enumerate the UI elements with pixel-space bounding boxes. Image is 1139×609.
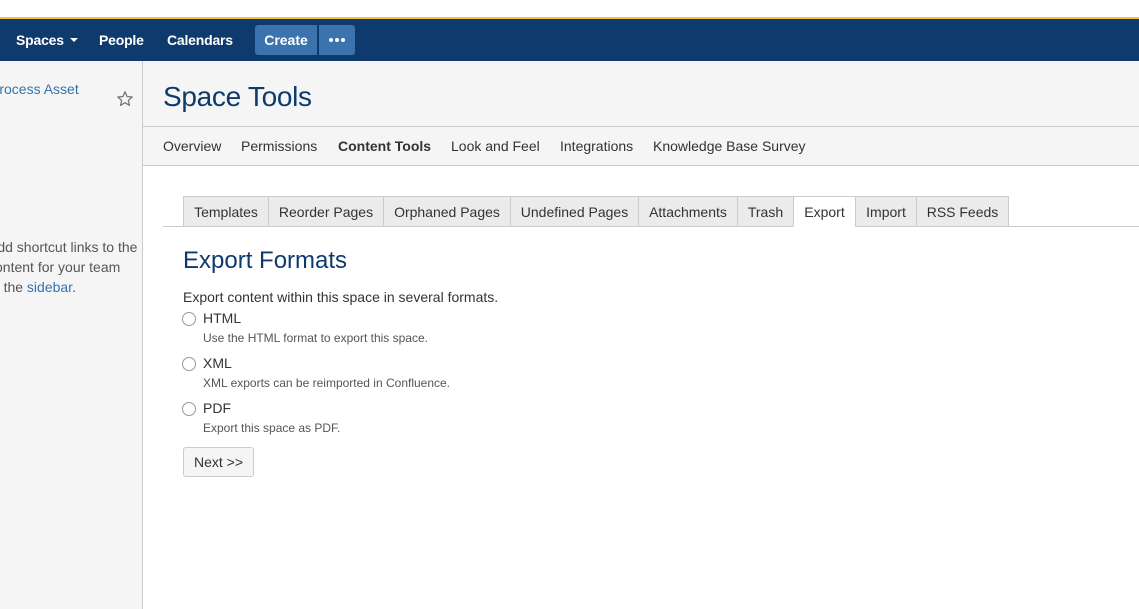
calendars-link[interactable]: Calendars: [167, 19, 233, 61]
export-option-html: HTML Use the HTML format to export this …: [182, 310, 582, 350]
spaces-menu[interactable]: Spaces: [16, 19, 78, 61]
xml-radio[interactable]: [182, 357, 196, 371]
more-button[interactable]: [319, 25, 355, 55]
tab-templates[interactable]: Templates: [183, 196, 268, 227]
sidebar-message-text: to the: [0, 279, 24, 295]
subnav-look-and-feel[interactable]: Look and Feel: [451, 127, 540, 165]
page-title: Space Tools: [163, 81, 312, 112]
pdf-radio[interactable]: [182, 402, 196, 416]
pdf-option-label[interactable]: PDF: [203, 400, 231, 416]
subnav-overview[interactable]: Overview: [163, 127, 221, 165]
space-tools-nav: Overview Permissions Content Tools Look …: [143, 127, 1139, 166]
sidebar: Process Asset Add shortcut links to the …: [0, 61, 143, 609]
tab-attachments[interactable]: Attachments: [638, 196, 737, 227]
html-option-help: Use the HTML format to export this space…: [203, 331, 428, 345]
tab-orphaned-pages[interactable]: Orphaned Pages: [383, 196, 510, 227]
tab-reorder-pages[interactable]: Reorder Pages: [268, 196, 383, 227]
xml-option-help: XML exports can be reimported in Conflue…: [203, 376, 451, 390]
sidebar-link[interactable]: sidebar: [27, 279, 72, 295]
html-option-label[interactable]: HTML: [203, 310, 241, 326]
xml-option-label[interactable]: XML: [203, 355, 232, 371]
pdf-option-help: Export this space as PDF.: [203, 421, 341, 435]
sidebar-message-line: to the sidebar.: [0, 277, 128, 297]
spaces-menu-label: Spaces: [16, 32, 64, 48]
next-button[interactable]: Next >>: [183, 447, 254, 477]
sidebar-space-name[interactable]: Process Asset: [0, 81, 79, 97]
sidebar-message-line: content for your team: [0, 259, 121, 275]
html-radio[interactable]: [182, 312, 196, 326]
export-formats-heading: Export Formats: [183, 247, 348, 274]
subnav-knowledge-base-survey[interactable]: Knowledge Base Survey: [653, 127, 806, 165]
create-button[interactable]: Create: [255, 25, 317, 55]
subnav-permissions[interactable]: Permissions: [241, 127, 317, 165]
export-option-xml: XML XML exports can be reimported in Con…: [182, 355, 582, 395]
more-dots-icon: [329, 38, 345, 42]
tab-rss-feeds[interactable]: RSS Feeds: [916, 196, 1009, 227]
chevron-down-icon: [69, 38, 78, 43]
star-icon[interactable]: [116, 90, 134, 108]
subnav-content-tools[interactable]: Content Tools: [338, 127, 431, 165]
top-strip: [0, 0, 1139, 19]
tab-trash[interactable]: Trash: [737, 196, 793, 227]
people-link[interactable]: People: [99, 19, 144, 61]
tab-import[interactable]: Import: [855, 196, 916, 227]
export-description: Export content within this space in seve…: [183, 289, 499, 305]
tab-undefined-pages[interactable]: Undefined Pages: [510, 196, 638, 227]
export-option-pdf: PDF Export this space as PDF.: [182, 400, 582, 440]
page-header: Space Tools: [143, 61, 1139, 127]
tab-export[interactable]: Export: [793, 196, 855, 227]
sidebar-message-line: Add shortcut links to the: [0, 239, 138, 255]
subnav-integrations[interactable]: Integrations: [560, 127, 633, 165]
sidebar-shortcut-message: Add shortcut links to the content for yo…: [0, 237, 138, 297]
top-navbar: Spaces People Calendars Create: [0, 19, 1139, 61]
